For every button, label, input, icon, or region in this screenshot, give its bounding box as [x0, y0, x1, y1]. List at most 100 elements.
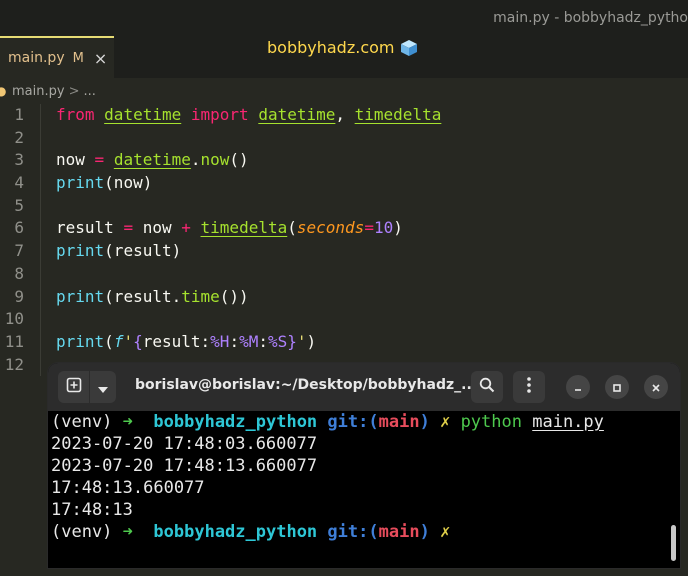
code-token: datetime [113, 150, 191, 170]
code-token: = [123, 218, 134, 238]
line-number: 7 [14, 241, 24, 261]
site-brand-text: bobbyhadz.com [267, 38, 395, 57]
code-token: . [190, 150, 201, 170]
code-token: %S [267, 331, 288, 351]
code-token: now [56, 150, 95, 170]
terminal-scrollbar[interactable] [671, 525, 676, 561]
tab-label: main.py [8, 50, 65, 66]
code-token: ) [393, 218, 403, 238]
indent-guide [40, 172, 41, 195]
code-line[interactable]: result = now + timedelta(seconds=10) [40, 217, 688, 241]
code-line[interactable]: print(now) [40, 172, 688, 195]
code-line[interactable]: print(result) [40, 240, 688, 263]
line-number: 12 [4, 354, 24, 374]
code-line[interactable] [40, 308, 688, 331]
code-token: datetime [104, 105, 182, 124]
prompt-arrow: ➜ [122, 412, 133, 432]
indent-guide [40, 240, 41, 263]
indent-guide [40, 330, 41, 354]
python-file-icon: ● [0, 84, 7, 98]
terminal-prompt-line: (venv) ➜ bobbyhadz_python git:(main) ✗ [51, 521, 677, 543]
code-line[interactable]: from datetime import datetime, timedelta [40, 104, 688, 127]
code-token: print [56, 173, 105, 193]
line-number: 3 [14, 150, 24, 170]
code-content[interactable]: from datetime import datetime, timedelta… [40, 104, 688, 377]
close-icon [651, 378, 661, 397]
kebab-menu-icon [527, 377, 531, 397]
tab-modified-badge: M [72, 50, 84, 66]
prompt-branch: main [378, 522, 420, 542]
breadcrumb-more[interactable]: ... [83, 84, 95, 99]
line-number: 11 [4, 331, 24, 351]
code-token: , [335, 105, 355, 124]
code-token: } [287, 331, 297, 351]
code-token: ( [104, 331, 114, 351]
new-tab-button[interactable] [58, 371, 90, 403]
terminal-output[interactable]: (venv) ➜ bobbyhadz_python git:(main) ✗ p… [48, 411, 680, 568]
code-token: ' [123, 331, 134, 351]
new-tab-group [58, 371, 116, 403]
terminal-header: borislav@borislav:~/Desktop/bobbyhadz_..… [48, 363, 680, 411]
code-line[interactable] [40, 126, 688, 150]
tab-bar: main.py M × bobbyhadz.com [0, 36, 688, 78]
line-number: 1 [14, 105, 24, 124]
code-token: : [229, 331, 240, 351]
terminal-output-line: 2023-07-20 17:48:03.660077 [51, 434, 318, 454]
line-number-gutter: 1 2 3 4 5 6 7 8 9 10 11 12 [0, 104, 36, 376]
terminal-title: borislav@borislav:~/Desktop/bobbyhadz_..… [135, 377, 478, 393]
prompt-git-close: ) [419, 522, 430, 542]
code-token: () [229, 150, 249, 170]
code-token: ' [296, 331, 307, 351]
breadcrumb-separator: > [68, 83, 80, 99]
search-button[interactable] [471, 371, 503, 403]
code-token: = [364, 218, 374, 238]
indent-guide [40, 217, 41, 241]
terminal-command: python [460, 412, 522, 432]
prompt-dirty: ✗ [440, 522, 451, 542]
indent-guide [40, 104, 41, 127]
code-token: print [56, 331, 105, 351]
code-token: { [133, 331, 143, 351]
maximize-button[interactable] [605, 375, 629, 399]
title-bar: main.py - bobbyhadz_pytho [0, 0, 688, 36]
code-token: (now) [104, 173, 153, 193]
new-tab-dropdown-button[interactable] [90, 371, 116, 403]
code-token: now [200, 150, 230, 170]
code-token: result: [142, 331, 211, 351]
prompt-git: git:( [327, 412, 379, 432]
tab-close-icon[interactable]: × [94, 49, 107, 68]
code-line[interactable]: print(f'{result:%H:%M:%S}') [40, 330, 688, 354]
code-token: now [133, 218, 182, 238]
terminal-window[interactable]: borislav@borislav:~/Desktop/bobbyhadz_..… [48, 363, 680, 568]
minimize-button[interactable] [566, 375, 590, 399]
code-token: 10 [373, 218, 394, 238]
breadcrumb-file[interactable]: main.py [12, 84, 65, 99]
indent-guide [40, 149, 41, 173]
chevron-down-icon [98, 378, 108, 397]
code-line[interactable]: now = datetime.now() [40, 149, 688, 173]
search-icon [479, 377, 495, 397]
close-button[interactable] [644, 375, 668, 399]
site-brand: bobbyhadz.com [267, 38, 418, 57]
code-line[interactable] [40, 194, 688, 218]
prompt-dirty: ✗ [440, 412, 451, 432]
code-token: ) [306, 331, 317, 351]
indent-guide [40, 285, 41, 309]
indent-guide [40, 194, 41, 218]
code-token: (result. [104, 286, 182, 306]
code-token: import [190, 105, 249, 124]
code-token: + [181, 218, 191, 238]
tab-main-py[interactable]: main.py M × [0, 36, 114, 78]
new-tab-icon [66, 377, 82, 397]
menu-button[interactable] [513, 371, 545, 403]
indent-guide [40, 308, 41, 331]
line-number: 4 [14, 173, 24, 193]
code-line[interactable]: print(result.time()) [40, 285, 688, 309]
code-token: timedelta [354, 105, 442, 124]
line-number: 9 [14, 286, 24, 306]
terminal-argument[interactable]: main.py [532, 412, 604, 432]
code-line[interactable] [40, 262, 688, 286]
